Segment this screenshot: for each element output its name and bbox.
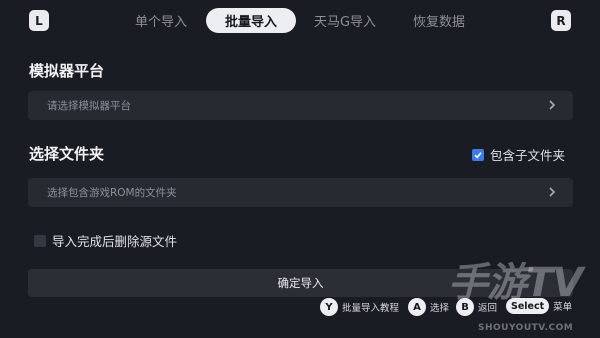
- l-shoulder-button[interactable]: L: [29, 10, 49, 31]
- hint-back-label: 返回: [478, 303, 498, 314]
- emulator-platform-title: 模拟器平台: [29, 62, 105, 80]
- watermark-url: SHOUYOUTV.COM: [478, 323, 574, 333]
- hint-import-tutorial[interactable]: Y 批量导入教程: [320, 298, 399, 316]
- hint-select-label: 选择: [430, 303, 450, 314]
- hint-menu-label: 菜单: [553, 302, 573, 313]
- rom-folder-placeholder: 选择包含游戏ROM的文件夹: [47, 187, 177, 199]
- emulator-platform-placeholder: 请选择模拟器平台: [47, 100, 131, 112]
- batch-import-screen: L 单个导入 批量导入 天马G导入 恢复数据 R 模拟器平台 请选择模拟器平台 …: [0, 0, 600, 338]
- tab-single-import[interactable]: 单个导入: [124, 8, 198, 33]
- select-folder-title: 选择文件夹: [29, 145, 105, 163]
- checkbox-unchecked-icon: [34, 234, 46, 247]
- hint-back[interactable]: B 返回: [456, 298, 497, 316]
- rom-folder-picker[interactable]: 选择包含游戏ROM的文件夹: [28, 178, 573, 207]
- a-button-icon: A: [408, 298, 426, 316]
- hint-select[interactable]: A 选择: [408, 298, 449, 316]
- emulator-platform-picker[interactable]: 请选择模拟器平台: [28, 91, 573, 120]
- include-subfolders-checkbox[interactable]: 包含子文件夹: [472, 145, 565, 164]
- y-button-icon: Y: [320, 298, 338, 316]
- hint-menu[interactable]: Select 菜单: [506, 298, 572, 314]
- delete-after-import-checkbox[interactable]: 导入完成后删除源文件: [34, 231, 177, 250]
- tab-tianma-import[interactable]: 天马G导入: [306, 8, 384, 33]
- r-shoulder-button[interactable]: R: [551, 10, 571, 31]
- chevron-right-icon: [549, 187, 556, 197]
- tab-batch-import[interactable]: 批量导入: [206, 8, 296, 33]
- tab-restore-data[interactable]: 恢复数据: [402, 8, 476, 33]
- hint-import-tutorial-label: 批量导入教程: [342, 303, 400, 314]
- include-subfolders-label: 包含子文件夹: [490, 148, 566, 163]
- chevron-right-icon: [549, 100, 556, 110]
- select-button-icon: Select: [506, 298, 550, 314]
- delete-after-import-label: 导入完成后删除源文件: [52, 234, 178, 249]
- checkbox-checked-icon: [472, 148, 484, 161]
- b-button-icon: B: [456, 298, 474, 316]
